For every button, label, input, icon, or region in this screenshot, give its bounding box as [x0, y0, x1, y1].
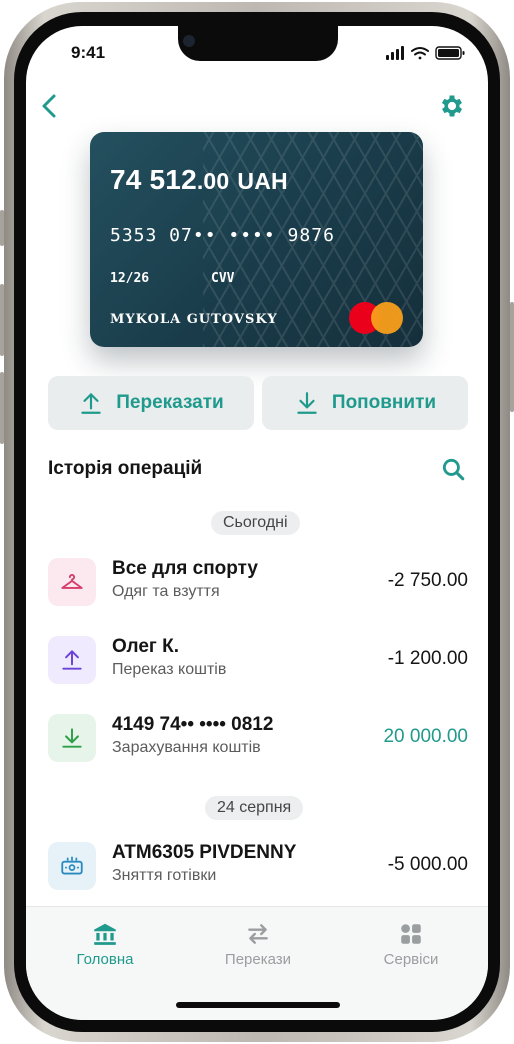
transaction-amount: -1 200.00 [387, 648, 468, 669]
transaction-amount: -2 750.00 [387, 570, 468, 591]
transaction-name: 4149 74•• •••• 0812 [112, 714, 274, 735]
grid-icon [401, 924, 421, 944]
transaction-row-sport[interactable]: Все для спорту Одяг та взуття -2 750.00 [48, 556, 468, 608]
mute-switch [0, 210, 4, 246]
bank-card[interactable]: 74 512.00 UAH 5353 07•• •••• 9876 12/26 … [90, 132, 423, 347]
power-button [510, 302, 514, 412]
history-title: Історія операцій [48, 458, 203, 479]
home-indicator[interactable] [176, 1002, 340, 1008]
transaction-name: ATM6305 PIVDENNY [112, 842, 297, 863]
transaction-icon-bg [48, 636, 96, 684]
signal-icon [386, 46, 404, 60]
balance-currency: UAH [237, 168, 288, 194]
chevron-left-icon[interactable] [36, 90, 64, 122]
bank-icon [94, 923, 116, 945]
download-arrow-icon [62, 728, 82, 748]
transaction-category: Зарахування коштів [112, 739, 261, 756]
app-screen: 9:41 74 512.00 UAH 5353 07•• •••• 9876 1… [26, 26, 488, 1020]
tab-services-label: Сервіси [383, 951, 439, 968]
transaction-icon-bg [48, 842, 96, 890]
transaction-row-card-income[interactable]: 4149 74•• •••• 0812 Зарахування коштів 2… [48, 712, 468, 764]
tab-services[interactable]: Сервіси [351, 921, 471, 973]
volume-down-button [0, 372, 4, 444]
mastercard-logo [349, 300, 405, 336]
mastercard-orange-circle [371, 302, 403, 334]
transaction-name: Все для спорту [112, 558, 258, 579]
card-number: 5353 07•• •••• 9876 [110, 225, 335, 246]
camera-icon [183, 35, 195, 47]
transaction-name: Олег К. [112, 636, 179, 657]
transaction-icon-bg [48, 558, 96, 606]
volume-up-button [0, 284, 4, 356]
gear-icon[interactable] [438, 92, 466, 120]
transaction-amount: -5 000.00 [387, 854, 468, 875]
cash-icon [61, 856, 83, 875]
date-pill-aug24: 24 серпня [205, 796, 304, 820]
dynamic-island [178, 26, 338, 61]
tab-home[interactable]: Головна [45, 921, 165, 973]
search-icon[interactable] [440, 456, 466, 482]
card-expiry: 12/26 [110, 271, 150, 286]
topup-label: Поповнити [331, 392, 437, 413]
transfer-label: Переказати [116, 392, 224, 413]
transaction-row-atm[interactable]: ATM6305 PIVDENNY Зняття готівки -5 000.0… [48, 840, 468, 892]
transaction-amount: 20 000.00 [383, 726, 468, 747]
transaction-category: Зняття готівки [112, 867, 217, 884]
transfer-button[interactable]: Переказати [48, 376, 254, 430]
upload-arrow-icon [81, 393, 102, 414]
tab-home-label: Головна [76, 951, 134, 968]
status-time: 9:41 [71, 43, 106, 62]
tab-transfers[interactable]: Перекази [198, 921, 318, 973]
hanger-icon [61, 574, 83, 589]
tab-transfers-label: Перекази [224, 951, 292, 968]
battery-icon [435, 46, 465, 60]
date-pill-today: Сьогодні [211, 511, 300, 535]
transaction-row-oleg[interactable]: Олег К. Переказ коштів -1 200.00 [48, 634, 468, 686]
balance-decimals: .00 [196, 168, 230, 194]
transaction-icon-bg [48, 714, 96, 762]
upload-arrow-icon [62, 650, 82, 670]
transaction-category: Переказ коштів [112, 661, 227, 678]
download-arrow-icon [297, 392, 317, 414]
card-holder: MYKOLA GUTOVSKY [110, 312, 278, 327]
topup-button[interactable]: Поповнити [262, 376, 468, 430]
wifi-icon [411, 47, 429, 60]
status-icons [386, 46, 465, 60]
card-cvv-label[interactable]: CVV [211, 271, 234, 286]
balance-integer: 74 512 [110, 164, 197, 195]
card-balance: 74 512.00 UAH [110, 164, 288, 196]
transaction-category: Одяг та взуття [112, 583, 220, 600]
swap-arrows-icon [248, 924, 268, 944]
